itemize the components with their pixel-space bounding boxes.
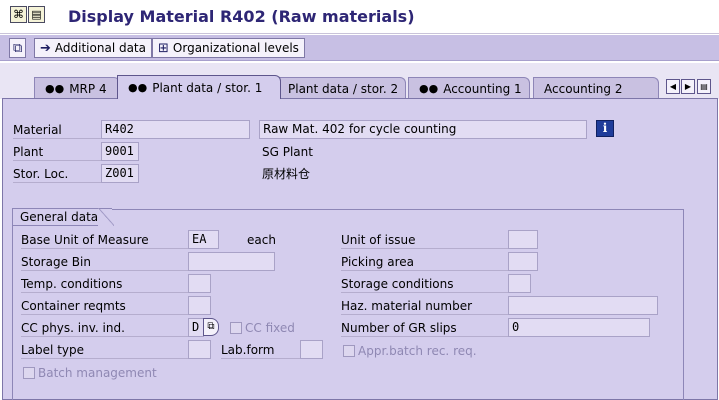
storage-conditions-label: Storage conditions bbox=[341, 275, 508, 293]
container-reqmts-field[interactable] bbox=[188, 296, 211, 315]
tab-label: Plant data / stor. 2 bbox=[288, 81, 399, 96]
tab-strip: ●● MRP 4 ●● Plant data / stor. 1 Plant d… bbox=[0, 63, 719, 99]
tab-label: Accounting 2 bbox=[544, 81, 623, 96]
value-help-icon[interactable]: ⧉ bbox=[203, 318, 219, 336]
unit-of-issue-field[interactable] bbox=[508, 230, 538, 249]
storage-bin-label: Storage Bin bbox=[21, 253, 188, 271]
stor-loc-label: Stor. Loc. bbox=[13, 165, 101, 183]
haz-material-label: Haz. material number bbox=[341, 297, 508, 315]
material-label: Material bbox=[13, 121, 101, 139]
batch-management-label: Batch management bbox=[38, 366, 157, 380]
tab-list-button[interactable]: ▤ bbox=[697, 79, 711, 94]
document-icon[interactable]: ▤ bbox=[28, 6, 45, 23]
glasses-icon: ●● bbox=[128, 81, 148, 94]
tab-label: MRP 4 bbox=[69, 81, 107, 96]
cc-fixed-label: CC fixed bbox=[245, 321, 295, 335]
appr-batch-label: Appr.batch rec. req. bbox=[358, 344, 477, 358]
views-icon: ⧉ bbox=[13, 40, 23, 56]
tab-mrp-4[interactable]: ●● MRP 4 bbox=[34, 77, 120, 99]
tab-plant-data-stor-2[interactable]: Plant data / stor. 2 bbox=[277, 77, 406, 99]
tab-accounting-1[interactable]: ●● Accounting 1 bbox=[408, 77, 530, 99]
application-toolbar: ⧉ ➔ Additional data ⊞ Organizational lev… bbox=[0, 35, 719, 61]
storage-bin-field[interactable] bbox=[188, 252, 275, 271]
picking-area-field[interactable] bbox=[508, 252, 538, 271]
batch-management-checkbox[interactable] bbox=[23, 367, 35, 379]
tab-plant-data-stor-1[interactable]: ●● Plant data / stor. 1 bbox=[117, 75, 281, 99]
other-view-button[interactable]: ⧉ bbox=[9, 38, 27, 58]
plant-label: Plant bbox=[13, 143, 101, 161]
temp-conditions-label: Temp. conditions bbox=[21, 275, 188, 293]
material-field[interactable]: R402 bbox=[101, 120, 250, 139]
cc-phys-inv-label: CC phys. inv. ind. bbox=[21, 319, 188, 337]
cc-fixed-checkbox[interactable] bbox=[230, 322, 242, 334]
glasses-icon: ●● bbox=[45, 82, 65, 95]
stor-loc-description: 原材料仓 bbox=[262, 167, 311, 181]
tab-scroll-left-button[interactable]: ◀ bbox=[666, 79, 680, 94]
tab-label: Accounting 1 bbox=[443, 81, 522, 96]
label-type-label: Label type bbox=[21, 341, 188, 359]
arrow-right-icon: ➔ bbox=[40, 40, 51, 56]
appr-batch-checkbox[interactable] bbox=[343, 345, 355, 357]
gr-slips-field[interactable]: 0 bbox=[508, 318, 650, 337]
plant-field[interactable]: 9001 bbox=[101, 142, 139, 161]
glasses-icon: ●● bbox=[419, 82, 439, 95]
material-description-field[interactable]: Raw Mat. 402 for cycle counting bbox=[259, 120, 587, 139]
base-uom-text: each bbox=[247, 233, 276, 247]
stor-loc-field[interactable]: Z001 bbox=[101, 164, 139, 183]
title-icons: ⌘ ▤ bbox=[10, 6, 45, 28]
base-uom-label: Base Unit of Measure bbox=[21, 231, 188, 249]
info-icon[interactable]: i bbox=[596, 120, 614, 137]
base-uom-field[interactable]: EA bbox=[188, 230, 219, 249]
tab-scroll-right-button[interactable]: ▶ bbox=[681, 79, 695, 94]
unit-of-issue-label: Unit of issue bbox=[341, 231, 508, 249]
additional-data-label: Additional data bbox=[54, 41, 146, 55]
content-panel: Material R402 Raw Mat. 402 for cycle cou… bbox=[2, 98, 718, 400]
page-title: Display Material R402 (Raw materials) bbox=[68, 7, 415, 26]
org-levels-label: Organizational levels bbox=[172, 41, 299, 55]
temp-conditions-field[interactable] bbox=[188, 274, 211, 293]
hierarchy-icon: ⊞ bbox=[158, 40, 169, 56]
haz-material-field[interactable] bbox=[508, 296, 658, 315]
lab-form-label: Lab.form bbox=[221, 341, 300, 359]
label-type-field[interactable] bbox=[188, 340, 211, 359]
gr-slips-label: Number of GR slips bbox=[341, 319, 508, 337]
tab-accounting-2[interactable]: Accounting 2 bbox=[533, 77, 659, 99]
system-menu-icon[interactable]: ⌘ bbox=[10, 6, 27, 23]
additional-data-button[interactable]: ➔ Additional data bbox=[34, 38, 152, 58]
cc-phys-inv-field[interactable]: D bbox=[188, 318, 204, 337]
plant-description: SG Plant bbox=[262, 145, 313, 159]
container-reqmts-label: Container reqmts bbox=[21, 297, 188, 315]
org-levels-button[interactable]: ⊞ Organizational levels bbox=[152, 38, 305, 58]
storage-conditions-field[interactable] bbox=[508, 274, 531, 293]
picking-area-label: Picking area bbox=[341, 253, 508, 271]
tab-label: Plant data / stor. 1 bbox=[152, 80, 263, 95]
lab-form-field[interactable] bbox=[300, 340, 323, 359]
general-data-title: General data bbox=[12, 208, 115, 226]
title-bar: ⌘ ▤ Display Material R402 (Raw materials… bbox=[0, 0, 719, 34]
